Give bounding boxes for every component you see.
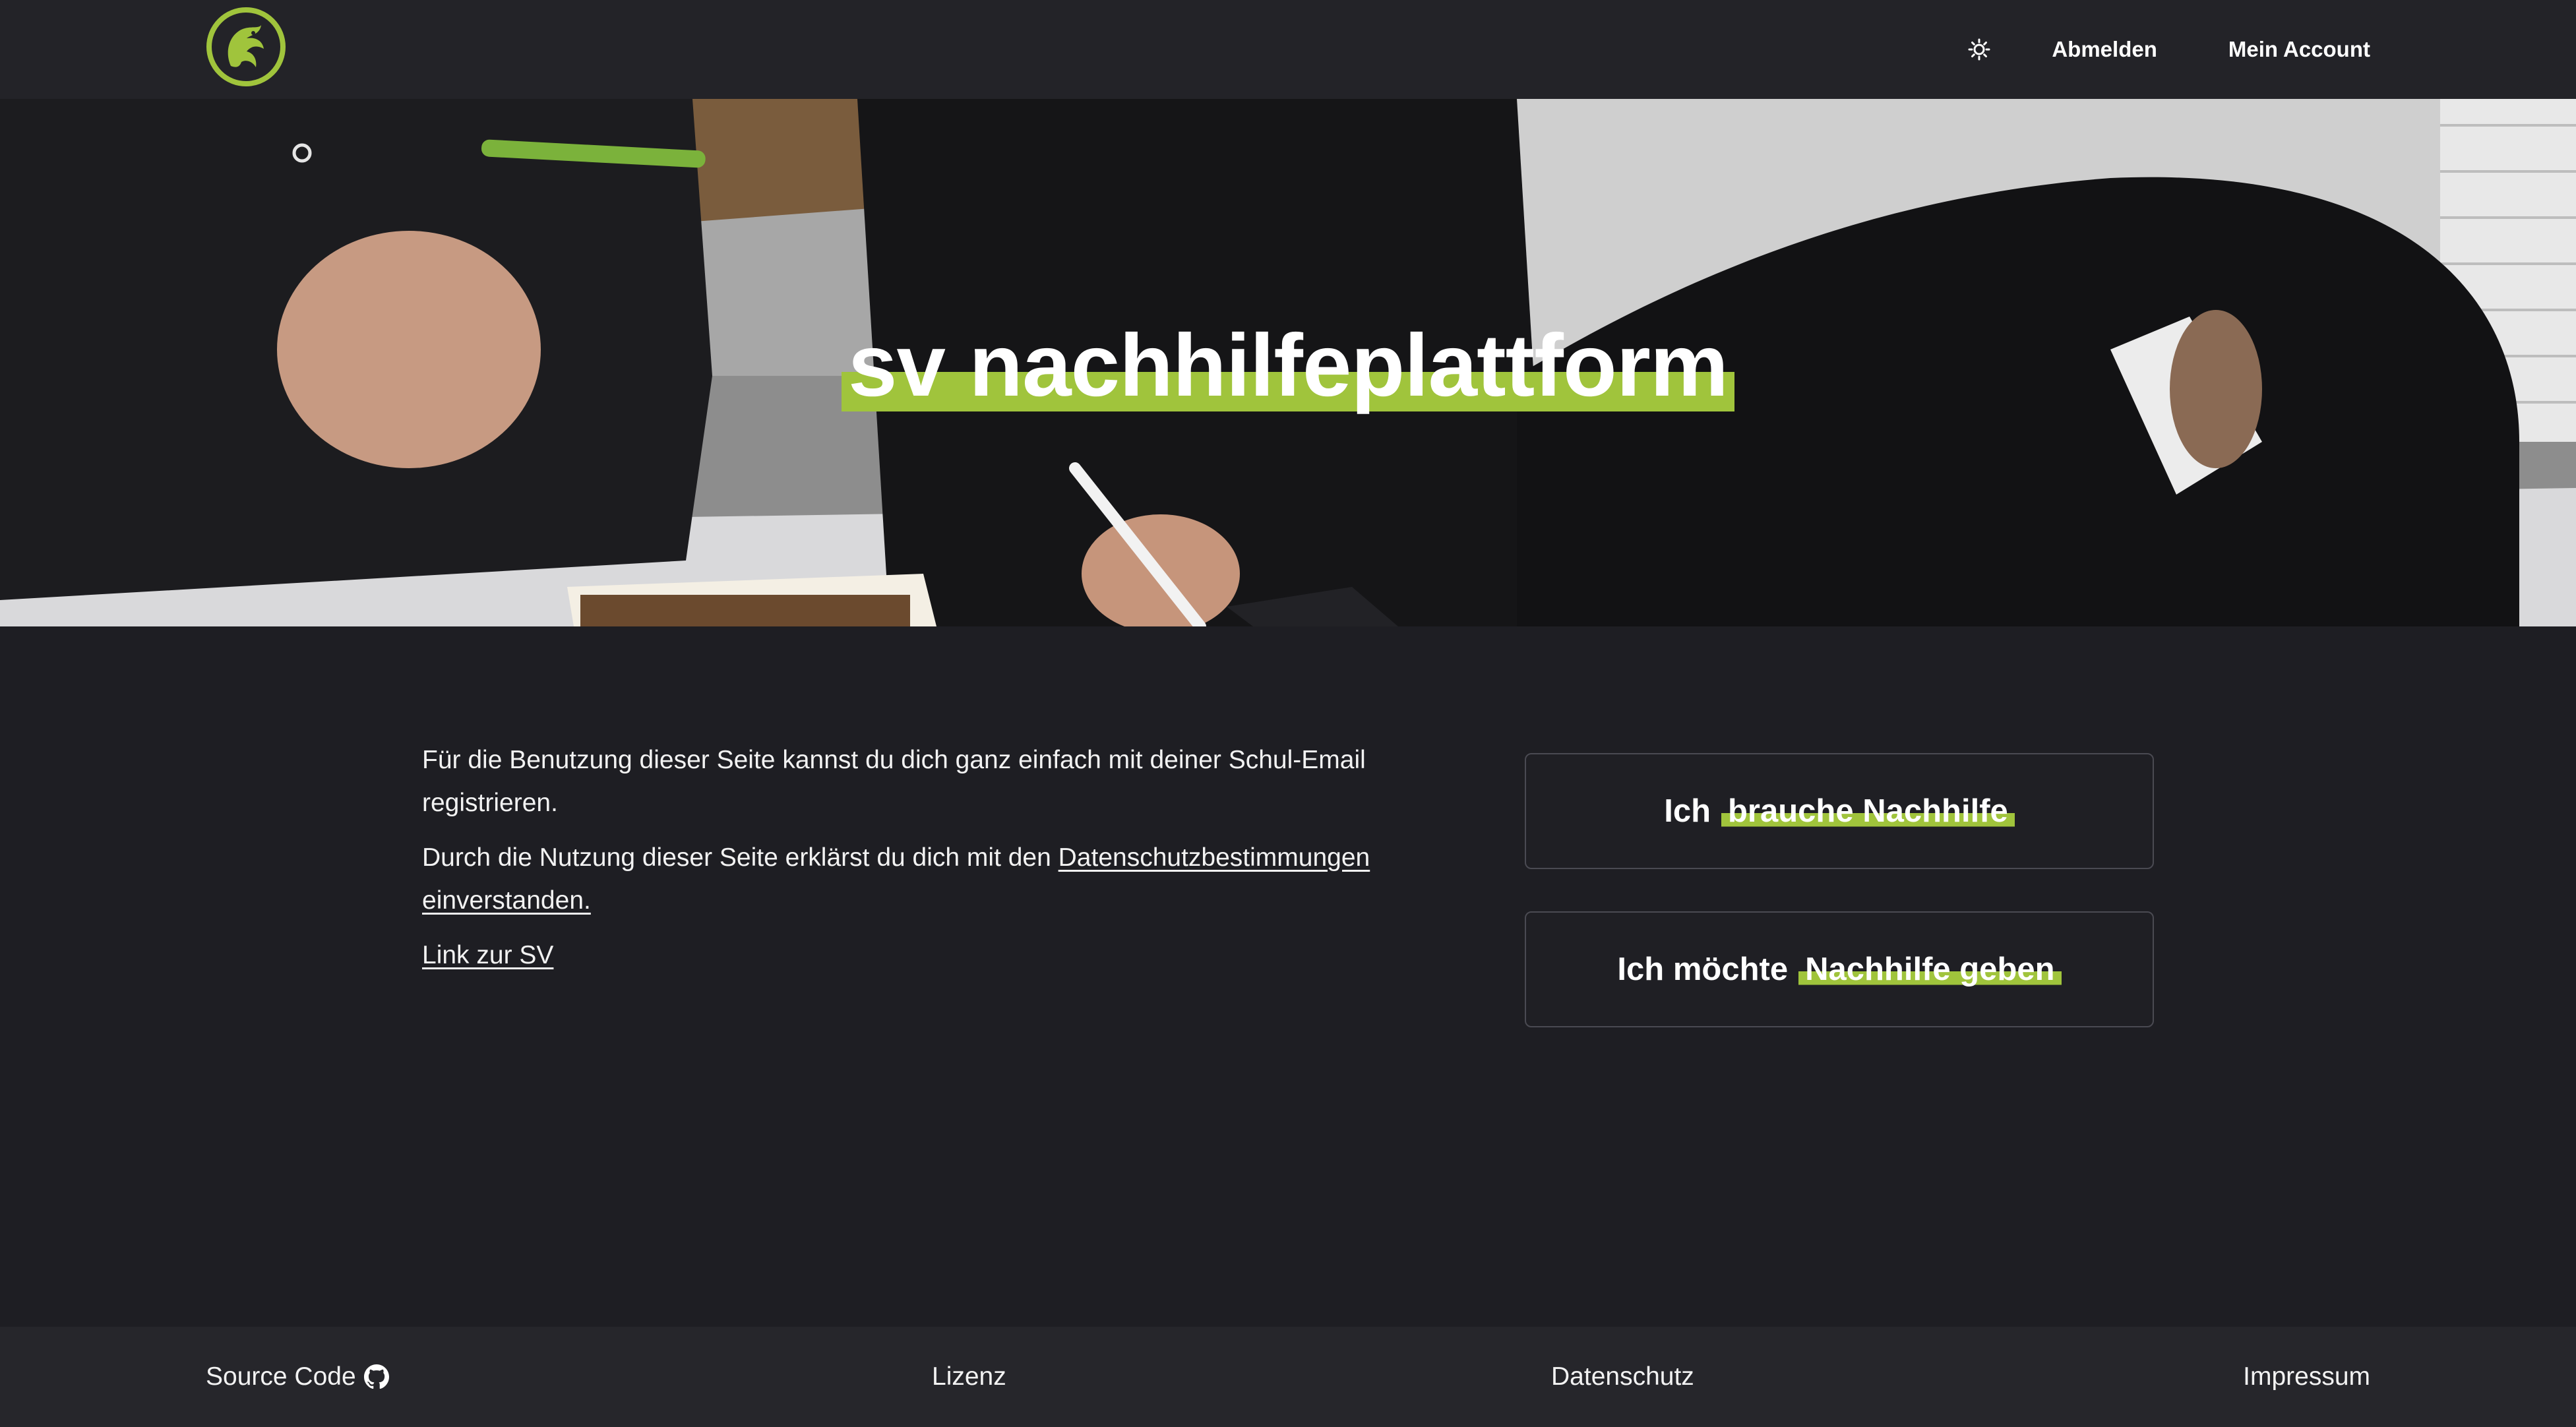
sun-icon [1968,38,1990,61]
sv-link-paragraph: Link zur SV [422,934,1451,977]
info-text-block: Für die Benutzung dieser Seite kannst du… [422,739,1451,988]
my-account-link[interactable]: Mein Account [2228,37,2370,62]
registration-info-text: Für die Benutzung dieser Seite kannst du… [422,746,1366,817]
hero-title: sv nachhilfeplattform [0,317,2576,415]
need-tutoring-prefix: Ich [1664,793,1711,829]
give-tutoring-highlight: Nachhilfe geben [1798,951,2062,988]
source-code-link[interactable]: Source Code [206,1327,389,1427]
logout-link[interactable]: Abmelden [2052,37,2157,62]
sv-link[interactable]: Link zur SV [422,941,553,969]
hero-banner: sv nachhilfeplattform [0,99,2576,626]
github-icon [363,1364,389,1389]
footer: Source Code Lizenz Datenschutz Impressum [0,1327,2576,1427]
imprint-link[interactable]: Impressum [2243,1327,2370,1427]
privacy-footer-link[interactable]: Datenschutz [1551,1327,1694,1427]
hero-title-text: sv nachhilfeplattform [841,317,1735,415]
give-tutoring-button[interactable]: Ich möchte Nachhilfe geben [1525,911,2154,1027]
give-tutoring-prefix: Ich möchte [1617,952,1789,987]
privacy-consent-text: Durch die Nutzung dieser Seite erklärst … [422,836,1451,922]
privacy-consent-prefix: Durch die Nutzung dieser Seite erklärst … [422,843,1058,872]
license-link[interactable]: Lizenz [932,1327,1006,1427]
phoenix-logo-icon[interactable] [204,5,288,88]
need-tutoring-highlight: brauche Nachhilfe [1721,793,2015,830]
top-navigation-bar: Abmelden Mein Account [0,0,2576,99]
need-tutoring-button[interactable]: Ich brauche Nachhilfe [1525,753,2154,869]
header-nav: Abmelden Mein Account [1959,0,2370,99]
source-code-label: Source Code [206,1362,356,1391]
theme-toggle-button[interactable] [1959,30,1999,69]
